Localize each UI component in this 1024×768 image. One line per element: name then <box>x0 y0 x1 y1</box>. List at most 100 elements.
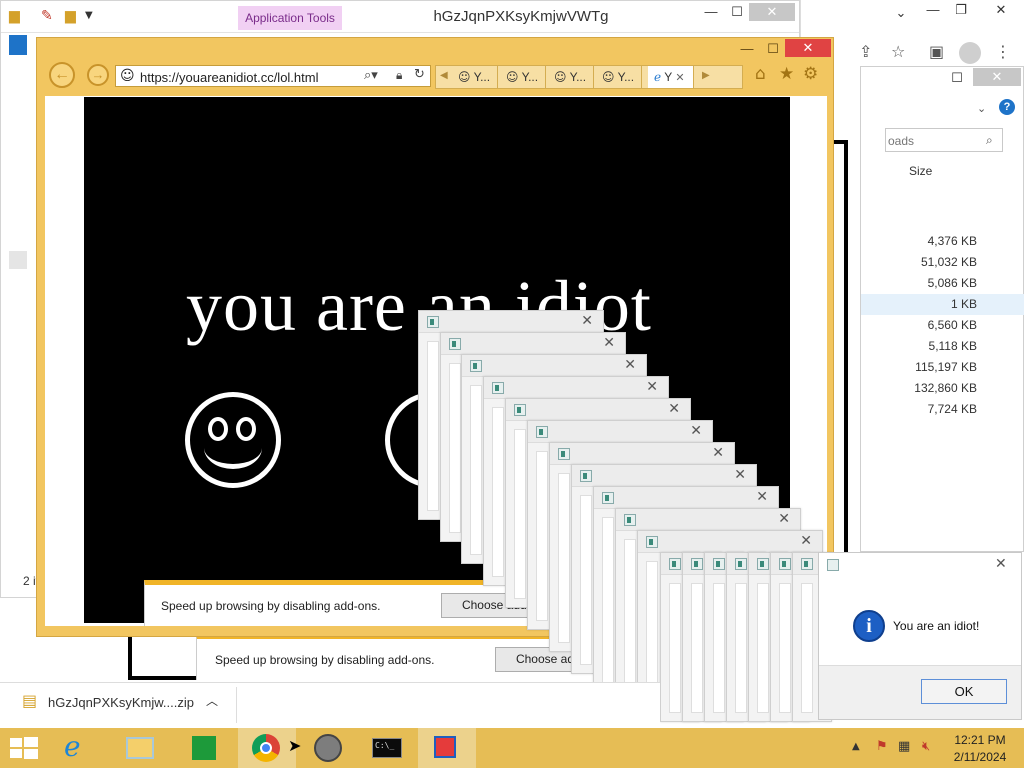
refresh-icon[interactable]: ↻ <box>414 68 425 81</box>
taskbar-ie[interactable]: ℯ <box>50 728 108 768</box>
close-icon[interactable]: ✕ <box>690 424 702 438</box>
ok-button[interactable]: OK <box>921 679 1007 704</box>
search-downloads-input[interactable]: oads ⌕ <box>885 128 1003 152</box>
app-icon <box>779 558 791 570</box>
file-size: 132,860 KB <box>914 381 977 395</box>
show-hidden-icons[interactable]: ▲ <box>852 742 860 752</box>
ie-close-button[interactable]: ✕ <box>785 39 831 57</box>
close-icon[interactable]: ✕ <box>734 468 746 482</box>
file-size: 5,086 KB <box>927 276 977 290</box>
close-icon[interactable]: ✕ <box>668 402 680 416</box>
app-icon <box>514 404 526 416</box>
tab-label: Y... <box>569 70 587 84</box>
tab[interactable]: ☺ Y... <box>452 66 498 88</box>
close-icon[interactable]: ✕ <box>603 336 615 350</box>
tab[interactable]: ☺ Y... <box>596 66 642 88</box>
explorer-title: hGzJqnPXKsyKmjwVWTg <box>433 8 609 25</box>
properties-icon[interactable]: ✎ <box>41 9 53 23</box>
home-icon[interactable]: ⌂ <box>755 66 766 83</box>
back-arrow-icon[interactable]: ← <box>49 62 75 88</box>
tab-label: Y <box>664 70 673 84</box>
action-center-flag-icon[interactable]: ⚑ <box>876 740 888 753</box>
app-icon <box>669 558 681 570</box>
zip-file-icon: ▤ <box>22 691 38 710</box>
smiley-favicon-icon: ☺ <box>554 70 567 84</box>
forward-arrow-icon[interactable]: → <box>87 64 109 86</box>
tab[interactable]: ☺ Y... <box>548 66 594 88</box>
taskbar-cmd[interactable]: C:\_ <box>358 728 416 768</box>
network-icon[interactable]: ▦ <box>898 740 910 753</box>
tab-scroll-right-icon[interactable]: ▶ <box>702 71 710 81</box>
app-icon <box>492 382 504 394</box>
bookmark-star-icon[interactable]: ☆ <box>891 44 905 60</box>
ie-maximize-button[interactable]: ☐ <box>759 40 787 58</box>
lock-icon[interactable]: 🔒︎ <box>396 69 402 81</box>
chrome-tab-search-icon[interactable]: ⌄ <box>887 4 915 22</box>
tools-gear-icon[interactable]: ⚙ <box>803 66 818 83</box>
close-tab-icon[interactable]: ✕ <box>675 71 684 84</box>
close-icon[interactable]: ✕ <box>581 314 593 328</box>
quick-access-dropdown-icon[interactable]: ▼ <box>85 11 93 21</box>
download-filename[interactable]: hGzJqnPXKsyKmjw....zip <box>48 695 194 710</box>
chrome-restore-button[interactable]: ❐ <box>947 1 975 19</box>
tab[interactable]: ☺ Y... <box>500 66 546 88</box>
file-size: 6,560 KB <box>927 318 977 332</box>
profile-avatar[interactable] <box>959 42 981 64</box>
start-button[interactable] <box>10 737 38 759</box>
ie-logo-icon: ℯ <box>64 730 81 763</box>
file-size: 115,197 KB <box>915 360 977 374</box>
help-icon[interactable]: ? <box>999 99 1015 115</box>
size-column-header[interactable]: Size <box>909 164 932 178</box>
expand-ribbon-icon[interactable]: ⌄ <box>977 103 986 114</box>
close-icon[interactable]: ✕ <box>995 557 1007 571</box>
explorer-maximize-button[interactable]: ☐ <box>723 3 751 21</box>
downloads-explorer-window: ☐ ✕ ⌄ ? oads ⌕ Size 4,376 KB 51,032 KB 5… <box>860 66 1024 552</box>
search-icon[interactable]: ⌕ <box>986 134 993 146</box>
app-icon <box>801 558 813 570</box>
explorer-minimize-button[interactable]: — <box>697 3 725 21</box>
close-icon[interactable]: ✕ <box>778 512 790 526</box>
chrome-minimize-button[interactable]: — <box>919 1 947 19</box>
close-icon[interactable]: ✕ <box>800 534 812 548</box>
cmd-icon: C:\_ <box>372 738 402 758</box>
file-tab[interactable] <box>9 35 27 55</box>
clock-date[interactable]: 2/11/2024 <box>944 750 1016 764</box>
app-icon <box>602 492 614 504</box>
taskbar-store[interactable] <box>174 728 232 768</box>
downloads-close-button[interactable]: ✕ <box>973 68 1021 86</box>
dialog-message: You are an idiot! <box>893 619 980 633</box>
chrome-logo-icon <box>252 734 280 762</box>
volume-muted-icon[interactable]: 🔇︎ <box>922 740 930 753</box>
close-icon[interactable]: ✕ <box>624 358 636 372</box>
favorites-star-icon[interactable]: ★ <box>779 66 794 83</box>
address-bar[interactable]: ☺ https://youareanidiot.cc/lol.html ⌕▾ 🔒… <box>115 65 431 87</box>
tab-active[interactable]: ℯ Y ✕ <box>648 66 694 88</box>
taskbar-file-explorer[interactable] <box>110 728 168 768</box>
nav-pane-item[interactable] <box>9 251 27 269</box>
explorer-close-button[interactable]: ✕ <box>749 3 795 21</box>
share-icon[interactable]: ⇪ <box>859 44 872 60</box>
clock-time[interactable]: 12:21 PM <box>944 733 1016 747</box>
close-icon[interactable]: ✕ <box>646 380 658 394</box>
taskbar-app[interactable] <box>418 728 476 768</box>
downloads-maximize-button[interactable]: ☐ <box>943 69 971 87</box>
ie-minimize-button[interactable]: — <box>733 40 761 58</box>
url-text[interactable]: https://youareanidiot.cc/lol.html <box>140 70 318 85</box>
app-icon <box>558 448 570 460</box>
new-folder-icon[interactable]: ▆ <box>65 9 76 23</box>
app-icon <box>713 558 725 570</box>
application-tools-tab[interactable]: Application Tools <box>238 6 342 30</box>
chrome-close-button[interactable]: ✕ <box>981 1 1021 19</box>
taskbar-compass-app[interactable] <box>300 728 358 768</box>
search-icon[interactable]: ⌕▾ <box>364 69 378 82</box>
chevron-up-icon[interactable]: ︿ <box>206 695 218 707</box>
close-icon[interactable]: ✕ <box>712 446 724 460</box>
tab-scroll-left-icon[interactable]: ◀ <box>440 71 448 81</box>
app-icon <box>757 558 769 570</box>
side-panel-icon[interactable]: ▣ <box>929 44 944 60</box>
store-icon <box>192 736 216 760</box>
close-icon[interactable]: ✕ <box>756 490 768 504</box>
smiley-favicon-icon: ☺ <box>506 70 519 84</box>
file-size: 7,724 KB <box>927 402 977 416</box>
chrome-menu-icon[interactable]: ⋮ <box>995 44 1011 60</box>
